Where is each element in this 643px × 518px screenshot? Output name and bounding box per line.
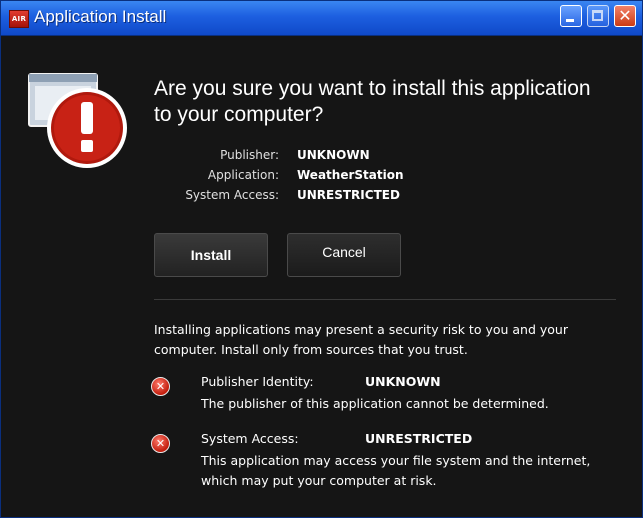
meta-row-application: Application: WeatherStation — [151, 168, 451, 188]
minimize-icon — [566, 19, 574, 22]
divider — [154, 299, 616, 300]
meta-value: UNRESTRICTED — [297, 188, 400, 202]
meta-label: System Access: — [185, 188, 279, 202]
air-app-icon: AIR — [9, 10, 29, 28]
close-button[interactable]: ✕ — [614, 5, 636, 27]
meta-row-system-access: System Access: UNRESTRICTED — [151, 188, 451, 208]
install-question: Are you sure you want to install this ap… — [154, 77, 591, 126]
install-dialog-window: AIR Application Install ✕ Are you sure y… — [0, 0, 643, 518]
maximize-button[interactable] — [587, 5, 609, 27]
cancel-button[interactable]: Cancel — [287, 233, 401, 277]
install-button[interactable]: Install — [154, 233, 268, 277]
minimize-button[interactable] — [560, 5, 582, 27]
app-meta: Publisher: UNKNOWN Application: WeatherS… — [151, 148, 451, 208]
title-bar[interactable]: AIR Application Install ✕ — [1, 1, 642, 36]
security-warning-text: Installing applications may present a se… — [154, 322, 568, 357]
close-icon: ✕ — [618, 6, 632, 25]
detail-value: UNRESTRICTED — [365, 431, 473, 446]
meta-value: UNKNOWN — [297, 148, 370, 162]
dialog-content: Are you sure you want to install this ap… — [1, 36, 642, 517]
window-title: Application Install — [34, 7, 167, 26]
error-icon: ✕ — [151, 377, 170, 396]
detail-description: This application may access your file sy… — [201, 453, 591, 488]
detail-value: UNKNOWN — [365, 374, 441, 389]
detail-description: The publisher of this application cannot… — [201, 396, 549, 411]
meta-value: WeatherStation — [297, 168, 404, 182]
detail-label: Publisher Identity: — [201, 374, 314, 389]
meta-row-publisher: Publisher: UNKNOWN — [151, 148, 451, 168]
meta-label: Publisher: — [220, 148, 279, 162]
detail-label: System Access: — [201, 431, 299, 446]
error-icon: ✕ — [151, 434, 170, 453]
maximize-icon — [592, 10, 603, 21]
warning-application-icon — [28, 73, 127, 168]
meta-label: Application: — [207, 168, 279, 182]
